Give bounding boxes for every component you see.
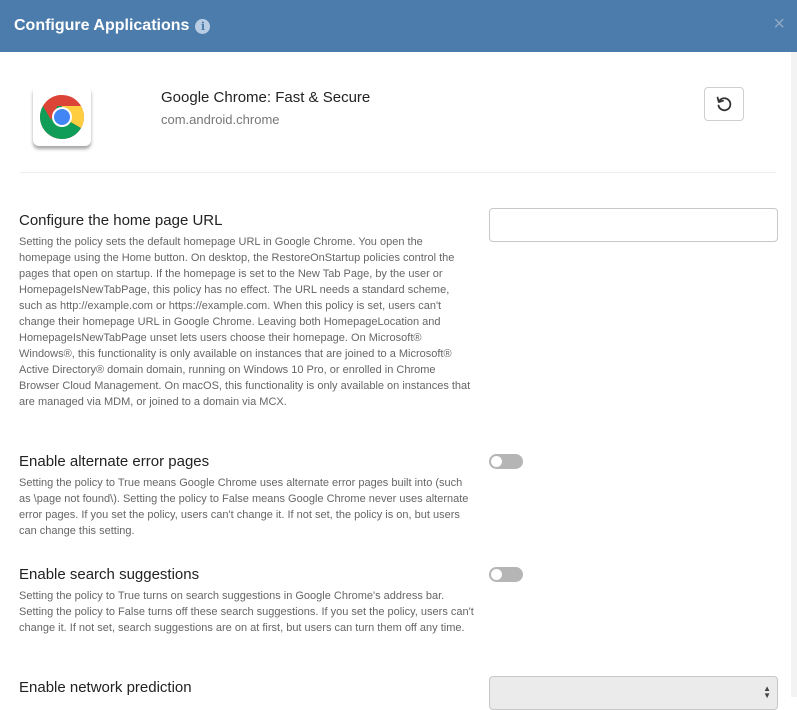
alternate-error-pages-toggle[interactable] bbox=[489, 454, 523, 469]
setting-description: Setting the policy sets the default home… bbox=[19, 236, 471, 408]
app-package-id: com.android.chrome bbox=[161, 112, 280, 127]
setting-description: Setting the policy to True means Google … bbox=[19, 477, 469, 537]
setting-network-prediction: Enable network prediction bbox=[19, 679, 474, 701]
reset-button[interactable] bbox=[704, 87, 744, 121]
info-icon[interactable]: i bbox=[195, 18, 211, 34]
setting-search-suggestions: Enable search suggestions Setting the po… bbox=[19, 566, 474, 636]
chrome-logo-icon bbox=[40, 95, 84, 139]
setting-alternate-error-pages: Enable alternate error pages Setting the… bbox=[19, 453, 474, 539]
setting-title: Configure the home page URL bbox=[19, 212, 223, 229]
setting-home-page-url: Configure the home page URL Setting the … bbox=[19, 212, 474, 410]
dialog-header: Configure Applications i × bbox=[0, 0, 797, 52]
search-suggestions-toggle[interactable] bbox=[489, 567, 523, 582]
setting-title: Enable search suggestions bbox=[19, 566, 200, 583]
close-icon[interactable]: × bbox=[773, 14, 785, 34]
app-icon-card bbox=[33, 86, 91, 146]
dialog-title: Configure Applications bbox=[14, 17, 190, 34]
app-name: Google Chrome: Fast & Secure bbox=[161, 89, 371, 106]
home-page-url-input[interactable] bbox=[489, 208, 778, 242]
setting-title: Enable alternate error pages bbox=[19, 453, 210, 470]
setting-title: Enable network prediction bbox=[19, 679, 192, 696]
reset-icon bbox=[716, 96, 732, 112]
setting-description: Setting the policy to True turns on sear… bbox=[19, 590, 474, 634]
divider bbox=[20, 172, 776, 173]
network-prediction-select[interactable]: ▲ ▼ bbox=[489, 676, 778, 710]
scrollbar[interactable] bbox=[791, 52, 797, 697]
